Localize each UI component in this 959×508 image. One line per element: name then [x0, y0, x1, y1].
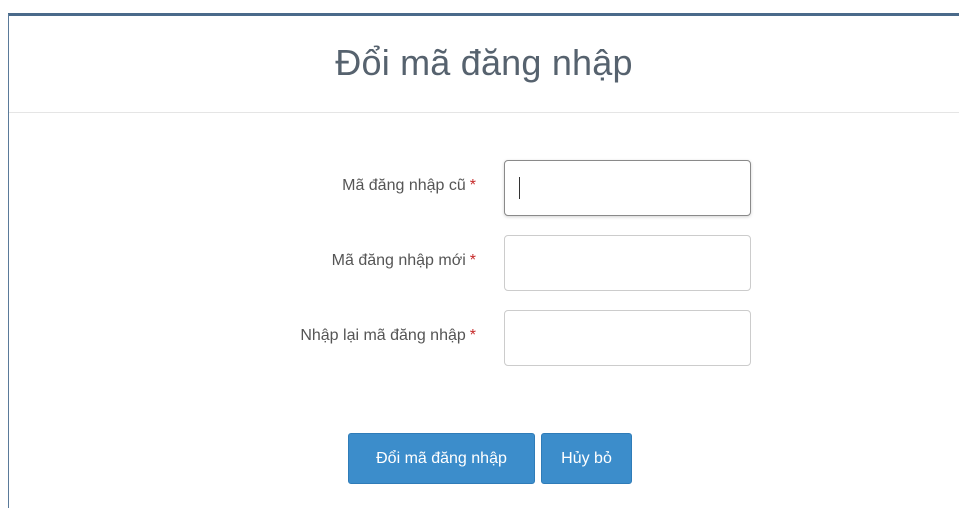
dialog-header: Đổi mã đăng nhập — [9, 16, 959, 113]
form-row-confirm-code: Nhập lại mã đăng nhập * — [0, 310, 959, 366]
text-caret — [519, 177, 520, 199]
new-code-label: Mã đăng nhập mới * — [332, 252, 476, 270]
required-mark: * — [469, 327, 476, 344]
cancel-button[interactable]: Hủy bỏ — [541, 433, 632, 484]
confirm-code-label: Nhập lại mã đăng nhập * — [300, 327, 476, 345]
change-login-code-dialog: Đổi mã đăng nhập Mã đăng nhập cũ * Mã đăn… — [0, 0, 959, 508]
confirm-code-input[interactable] — [504, 310, 751, 366]
required-mark: * — [469, 177, 476, 194]
new-code-input[interactable] — [504, 235, 751, 291]
old-code-label: Mã đăng nhập cũ * — [342, 177, 476, 195]
old-code-input[interactable] — [504, 160, 751, 216]
confirm-code-label-text: Nhập lại mã đăng nhập — [300, 327, 466, 344]
page-title: Đổi mã đăng nhập — [335, 42, 633, 83]
required-mark: * — [469, 252, 476, 269]
new-code-label-text: Mã đăng nhập mới — [331, 252, 466, 269]
form-row-old-code: Mã đăng nhập cũ * — [0, 160, 959, 216]
change-code-button[interactable]: Đổi mã đăng nhập — [348, 433, 535, 484]
old-code-label-text: Mã đăng nhập cũ — [342, 177, 466, 194]
form-row-new-code: Mã đăng nhập mới * — [0, 235, 959, 291]
